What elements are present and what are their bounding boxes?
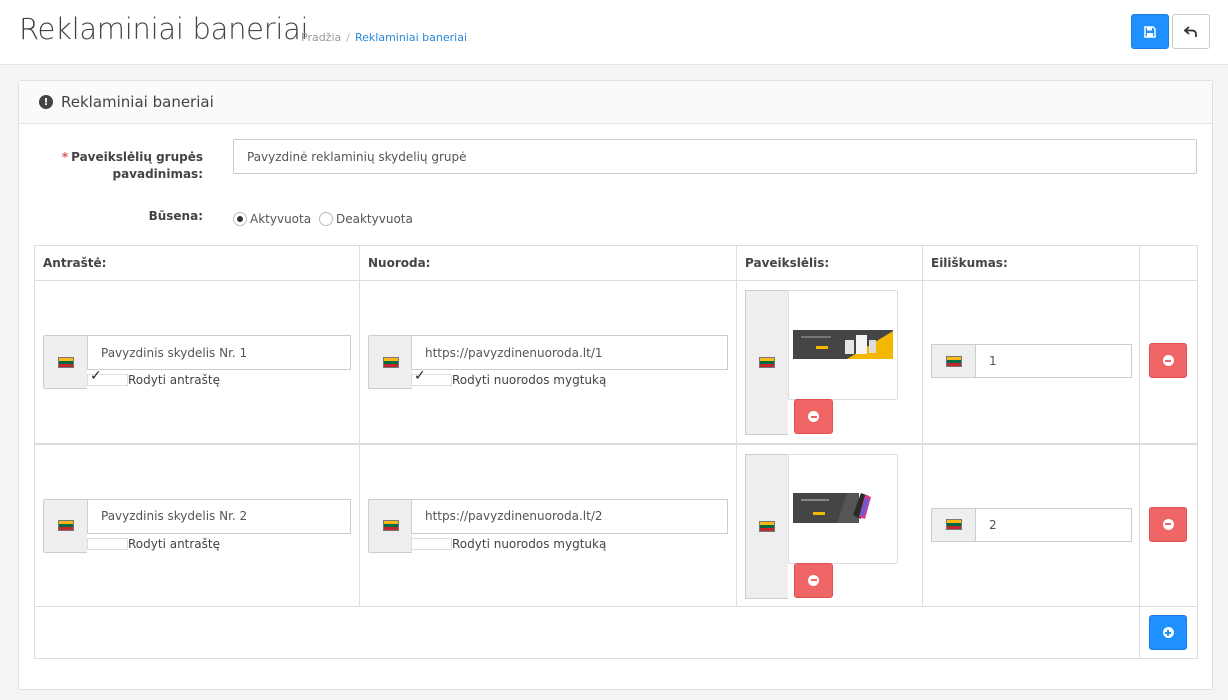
group-name-label-line1: Paveikslėlių grupės bbox=[71, 150, 203, 164]
cell-image bbox=[736, 280, 923, 444]
show-button-label: Rodyti nuorodos mygtuką bbox=[452, 373, 607, 387]
header-order: Eiliškumas: bbox=[922, 245, 1140, 281]
remove-row-button[interactable] bbox=[1149, 343, 1187, 378]
lithuania-flag-icon bbox=[43, 498, 87, 553]
radio-button-unchecked[interactable] bbox=[319, 212, 333, 226]
breadcrumb-home[interactable]: Pradžia bbox=[301, 31, 341, 44]
check-icon: ✓ bbox=[414, 368, 426, 384]
cell-image bbox=[736, 442, 923, 607]
show-button-checkbox[interactable]: ✓ Rodyti nuorodos mygtuką bbox=[411, 369, 607, 387]
lithuania-flag-icon bbox=[368, 498, 412, 553]
footer-spacer bbox=[34, 606, 1140, 659]
cell-add bbox=[1139, 606, 1198, 659]
header-actions bbox=[1139, 245, 1198, 281]
save-icon bbox=[1144, 25, 1156, 38]
banner-title-input[interactable] bbox=[87, 335, 351, 370]
show-button-label: Rodyti nuorodos mygtuką bbox=[452, 536, 607, 551]
plus-circle-icon bbox=[1162, 627, 1174, 638]
status-option-inactive-label: Deaktyvuota bbox=[336, 212, 413, 226]
banner-image-preview bbox=[793, 330, 893, 359]
status-radio-active[interactable]: Aktyvuota bbox=[233, 212, 311, 226]
add-banner-button[interactable] bbox=[1149, 615, 1187, 650]
cell-actions bbox=[1139, 280, 1198, 444]
exclamation-circle-icon: ! bbox=[39, 95, 53, 109]
back-button[interactable] bbox=[1172, 14, 1210, 49]
banner-order-input[interactable] bbox=[975, 344, 1132, 378]
banner-image-thumbnail[interactable] bbox=[788, 290, 898, 400]
panel-title: Reklaminiai baneriai bbox=[61, 93, 214, 111]
remove-image-button[interactable] bbox=[794, 562, 833, 598]
group-name-label: * Paveikslėlių grupės pavadinimas: bbox=[59, 149, 203, 183]
breadcrumb: Pradžia / Reklaminiai baneriai bbox=[301, 31, 467, 44]
group-name-input[interactable] bbox=[233, 139, 1197, 174]
radio-button-checked[interactable] bbox=[233, 212, 247, 226]
banner-link-input[interactable] bbox=[411, 335, 728, 370]
header-title: Antraštė: bbox=[34, 245, 360, 281]
checkbox[interactable]: ✓ bbox=[411, 369, 452, 386]
show-title-checkbox[interactable]: ✓ Rodyti antraštę bbox=[87, 369, 221, 387]
show-title-label: Rodyti antraštę bbox=[128, 536, 221, 551]
cell-actions bbox=[1139, 442, 1198, 607]
lithuania-flag-icon bbox=[745, 290, 788, 435]
page-title: Reklaminiai baneriai bbox=[19, 12, 309, 46]
breadcrumb-current[interactable]: Reklaminiai baneriai bbox=[355, 31, 467, 44]
remove-image-button[interactable] bbox=[794, 399, 833, 434]
status-radio-inactive[interactable]: Deaktyvuota bbox=[319, 212, 413, 226]
lithuania-flag-icon bbox=[931, 344, 975, 378]
banner-image-thumbnail[interactable] bbox=[788, 453, 898, 564]
status-option-active-label: Aktyvuota bbox=[250, 212, 312, 226]
banner-order-input[interactable] bbox=[975, 507, 1132, 542]
checkbox[interactable]: ✓ bbox=[87, 369, 128, 386]
status-label: Būsena: bbox=[148, 209, 203, 223]
group-name-label-line2: pavadinimas: bbox=[112, 167, 203, 181]
panel-heading: ! Reklaminiai baneriai bbox=[19, 81, 1212, 124]
cell-title: Rodyti antraštę bbox=[34, 442, 360, 607]
banner-title-input[interactable] bbox=[87, 498, 351, 534]
checkbox[interactable] bbox=[411, 537, 452, 550]
minus-circle-icon bbox=[808, 411, 819, 422]
cell-order bbox=[922, 280, 1140, 444]
checkbox[interactable] bbox=[87, 537, 128, 550]
table-footer-row bbox=[34, 606, 1198, 659]
minus-circle-icon bbox=[1162, 355, 1174, 366]
banner-image-preview bbox=[793, 492, 871, 523]
remove-row-button[interactable] bbox=[1149, 506, 1187, 542]
table-row: Rodyti antraštę Rodyti nuorodos mygtuką bbox=[34, 442, 1198, 607]
reply-icon bbox=[1184, 25, 1197, 37]
required-marker: * bbox=[61, 150, 69, 164]
cell-order bbox=[922, 442, 1140, 607]
lithuania-flag-icon bbox=[931, 507, 975, 542]
page-header: Reklaminiai baneriai Pradžia / Reklaminiai… bbox=[0, 0, 1228, 65]
breadcrumb-separator: / bbox=[346, 31, 350, 44]
banners-panel: ! Reklaminiai baneriai * Paveikslėlių gru… bbox=[18, 80, 1213, 690]
cell-link: ✓ Rodyti nuorodos mygtuką bbox=[359, 280, 737, 444]
show-title-checkbox[interactable]: Rodyti antraštę bbox=[87, 537, 220, 551]
check-icon: ✓ bbox=[90, 368, 102, 384]
show-title-label: Rodyti antraštę bbox=[128, 373, 221, 387]
minus-circle-icon bbox=[1162, 518, 1174, 530]
cell-link: Rodyti nuorodos mygtuką bbox=[359, 442, 737, 607]
header-link: Nuoroda: bbox=[359, 245, 737, 281]
banners-table: Antraštė: Nuoroda: Paveikslėlis: Eilišku… bbox=[34, 245, 1198, 659]
show-button-checkbox[interactable]: Rodyti nuorodos mygtuką bbox=[411, 537, 606, 551]
table-row: ✓ Rodyti antraštę ✓ Rodyti nuorodos mygt… bbox=[34, 280, 1198, 444]
lithuania-flag-icon bbox=[43, 335, 87, 389]
lithuania-flag-icon bbox=[745, 453, 788, 599]
table-header-row: Antraštė: Nuoroda: Paveikslėlis: Eilišku… bbox=[34, 245, 1198, 281]
minus-circle-icon bbox=[808, 574, 819, 586]
save-button[interactable] bbox=[1131, 14, 1169, 49]
banner-link-input[interactable] bbox=[411, 498, 728, 534]
lithuania-flag-icon bbox=[368, 335, 412, 389]
header-image: Paveikslėlis: bbox=[736, 245, 923, 281]
cell-title: ✓ Rodyti antraštę bbox=[34, 280, 360, 444]
